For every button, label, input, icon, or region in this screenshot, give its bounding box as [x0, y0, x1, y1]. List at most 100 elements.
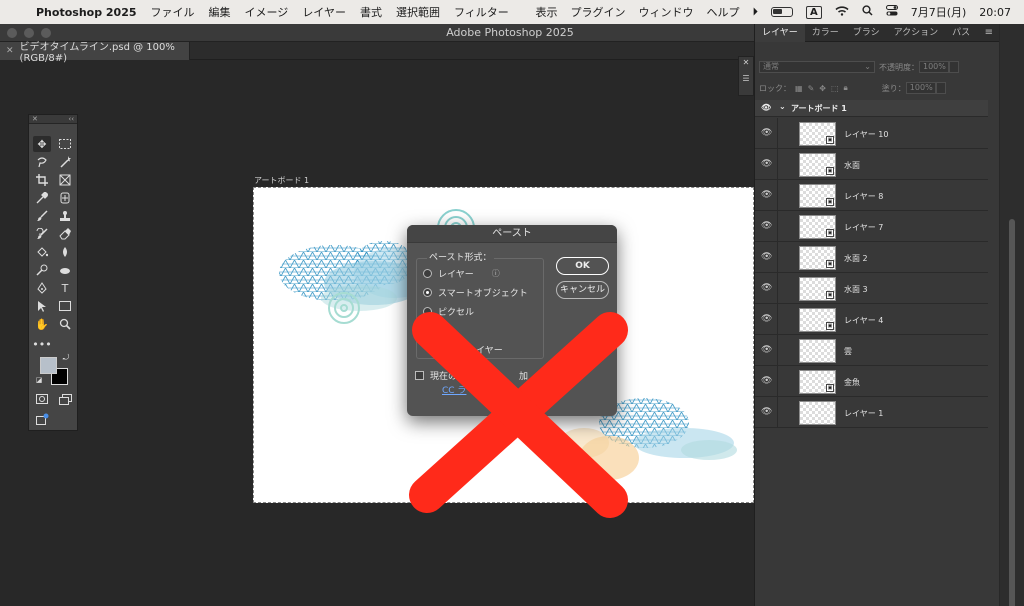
- tab-color[interactable]: カラー: [805, 24, 846, 42]
- collapse-icon[interactable]: ‹‹: [68, 115, 74, 123]
- close-icon[interactable]: ✕: [32, 115, 38, 123]
- layer-row[interactable]: 👁︎ ▣ 水面 2: [755, 242, 988, 273]
- menu-select[interactable]: 選択範囲: [396, 4, 440, 20]
- move-tool-icon[interactable]: ✥: [33, 136, 51, 152]
- quick-mask-icon[interactable]: [33, 391, 51, 407]
- radio-shape-layer[interactable]: レイヤー: [467, 343, 503, 356]
- play-circle-icon[interactable]: ⏵: [752, 5, 758, 19]
- tab-brushes[interactable]: ブラシ: [846, 24, 887, 42]
- radio-pixels[interactable]: ピクセル: [423, 305, 474, 318]
- more-tools-icon[interactable]: •••: [32, 336, 51, 352]
- layer-row[interactable]: 👁︎ ▣ 水面 3: [755, 273, 988, 304]
- radio-smart-object[interactable]: スマートオブジェクト: [423, 286, 528, 299]
- eye-icon[interactable]: 👁︎: [761, 376, 772, 386]
- edit-toolbar-icon[interactable]: [33, 411, 51, 427]
- paint-bucket-tool-icon[interactable]: [33, 244, 51, 260]
- eye-icon[interactable]: 👁︎: [761, 159, 772, 169]
- eyedropper-tool-icon[interactable]: [33, 190, 51, 206]
- screen-mode-icon[interactable]: [56, 391, 74, 407]
- tools-panel-header[interactable]: ✕ ‹‹: [29, 115, 77, 124]
- crop-tool-icon[interactable]: [33, 172, 51, 188]
- add-to-library-checkbox-row[interactable]: 現在の 加: [415, 369, 528, 382]
- panel-collapse-strip[interactable]: ✕ ☰: [738, 56, 754, 96]
- marquee-tool-icon[interactable]: [56, 136, 74, 152]
- lock-artboard-icon[interactable]: ⬚: [831, 84, 839, 93]
- cancel-button[interactable]: キャンセル: [556, 281, 609, 299]
- layer-row[interactable]: 👁︎ ▣ レイヤー 4: [755, 304, 988, 335]
- artboard-label[interactable]: アートボード 1: [254, 175, 309, 186]
- default-colors-icon[interactable]: ◪: [34, 375, 44, 385]
- radio-pixels-button[interactable]: [423, 307, 432, 316]
- fill-input[interactable]: 100%: [905, 82, 936, 94]
- pen-tool-icon[interactable]: [33, 280, 51, 296]
- lock-position-icon[interactable]: ✥: [819, 84, 826, 93]
- rectangle-tool-icon[interactable]: [56, 298, 74, 314]
- blur-tool-icon[interactable]: [56, 244, 74, 260]
- hand-tool-icon[interactable]: ✋: [33, 316, 51, 332]
- eye-icon[interactable]: 👁︎: [761, 221, 772, 231]
- ok-button[interactable]: OK: [556, 257, 609, 275]
- lock-transparent-icon[interactable]: ▦: [795, 84, 803, 93]
- layer-row[interactable]: 👁︎ ▣ 水面: [755, 149, 988, 180]
- opacity-input[interactable]: 100%: [919, 61, 949, 73]
- eye-icon[interactable]: 👁︎: [761, 252, 772, 262]
- wifi-icon[interactable]: [835, 5, 849, 19]
- menu-file[interactable]: ファイル: [151, 4, 195, 20]
- menu-help[interactable]: ヘルプ: [706, 4, 739, 20]
- swap-colors-icon[interactable]: ⤾: [61, 353, 71, 363]
- input-method-icon[interactable]: A: [805, 5, 822, 19]
- tab-paths[interactable]: パス: [945, 24, 977, 42]
- layer-row[interactable]: 👁︎ レイヤー 1: [755, 397, 988, 428]
- foreground-color-swatch[interactable]: [40, 357, 57, 374]
- eraser-tool-icon[interactable]: [56, 226, 74, 242]
- tab-actions[interactable]: アクション: [887, 24, 946, 42]
- stamp-tool-icon[interactable]: [56, 208, 74, 224]
- eye-icon[interactable]: 👁︎: [761, 283, 772, 293]
- blend-mode-select[interactable]: 通常 ⌄: [759, 61, 875, 73]
- menu-image[interactable]: イメージ: [245, 4, 289, 20]
- opacity-dropdown-icon[interactable]: [949, 61, 959, 73]
- layer-row[interactable]: 👁︎ ▣ レイヤー 8: [755, 180, 988, 211]
- brush-tool-icon[interactable]: [33, 208, 51, 224]
- panel-menu-icon[interactable]: ≡: [985, 24, 993, 42]
- smudge-tool-icon[interactable]: [56, 262, 74, 278]
- panel-scrollbar-thumb[interactable]: [1009, 219, 1015, 606]
- chevron-down-icon[interactable]: ⌄: [779, 102, 786, 111]
- magic-wand-tool-icon[interactable]: [56, 154, 74, 170]
- radio-smart-object-button[interactable]: [423, 288, 432, 297]
- history-brush-tool-icon[interactable]: [33, 226, 51, 242]
- menu-layer[interactable]: レイヤー: [302, 4, 346, 20]
- tab-layers[interactable]: レイヤー: [755, 23, 805, 42]
- lock-all-icon[interactable]: 🔒︎: [844, 83, 848, 93]
- lock-image-icon[interactable]: ✎: [808, 84, 815, 93]
- fill-dropdown-icon[interactable]: [935, 82, 946, 94]
- menubar-time[interactable]: 20:07: [979, 6, 1011, 19]
- radio-layer-button[interactable]: [423, 269, 432, 278]
- frame-tool-icon[interactable]: [56, 172, 74, 188]
- dodge-tool-icon[interactable]: [33, 262, 51, 278]
- menu-edit[interactable]: 編集: [209, 4, 231, 20]
- layer-row[interactable]: 👁︎ ▣ レイヤー 7: [755, 211, 988, 242]
- menu-window[interactable]: ウィンドウ: [638, 4, 693, 20]
- add-to-library-checkbox[interactable]: [415, 371, 424, 380]
- menubar-date[interactable]: 7月7日(月): [911, 4, 967, 20]
- menu-plugins[interactable]: プラグイン: [570, 4, 625, 20]
- layer-row[interactable]: 👁︎ ▣ 金魚: [755, 366, 988, 397]
- eye-icon[interactable]: 👁︎: [761, 190, 772, 200]
- menu-view[interactable]: 表示: [535, 4, 557, 20]
- menu-app-name[interactable]: Photoshop 2025: [36, 6, 137, 19]
- close-icon[interactable]: ✕: [739, 57, 753, 69]
- cc-library-link[interactable]: CC ラ: [442, 383, 466, 396]
- search-icon[interactable]: [862, 5, 873, 19]
- panel-scrollbar[interactable]: [1000, 24, 1024, 606]
- layer-group-artboard[interactable]: 👁︎ ⌄ アートボード 1: [755, 100, 988, 117]
- properties-icon[interactable]: ☰: [739, 69, 753, 89]
- eye-icon[interactable]: 👁︎: [761, 128, 772, 138]
- radio-layer[interactable]: レイヤー ⓘ: [423, 267, 500, 280]
- layer-row[interactable]: 👁︎ ▣ レイヤー 10: [755, 118, 988, 149]
- battery-icon[interactable]: [770, 7, 793, 17]
- control-center-icon[interactable]: [885, 5, 898, 19]
- type-tool-icon[interactable]: T: [56, 280, 74, 296]
- close-tab-icon[interactable]: ✕: [6, 46, 14, 56]
- eye-icon[interactable]: 👁︎: [761, 103, 771, 112]
